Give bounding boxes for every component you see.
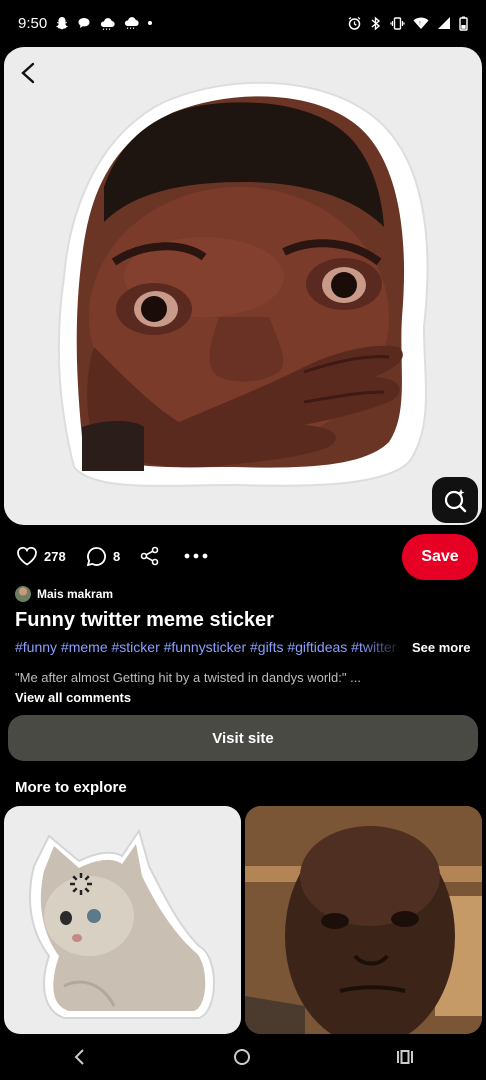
more-options-button[interactable]: [184, 546, 208, 566]
hashtags[interactable]: #funny #meme #sticker #funnysticker #gif…: [15, 639, 405, 659]
like-count: 278: [44, 548, 66, 564]
alarm-icon: [348, 16, 361, 30]
related-pin-crying-man[interactable]: [245, 806, 482, 1034]
weather-cloud-icon: [101, 18, 115, 30]
comment-preview[interactable]: "Me after almost Getting hit by a twiste…: [15, 670, 475, 685]
signal-icon: [438, 17, 450, 29]
chevron-left-icon: [21, 62, 35, 84]
back-button[interactable]: [4, 49, 54, 97]
see-more-link[interactable]: See more: [412, 640, 471, 655]
comments-button[interactable]: 8: [86, 546, 120, 567]
avatar: [15, 586, 31, 602]
pin-title: Funny twitter meme sticker: [15, 609, 274, 631]
view-all-comments-link[interactable]: View all comments: [15, 690, 131, 705]
bluetooth-icon: [371, 15, 381, 31]
nav-home-icon[interactable]: [233, 1048, 251, 1066]
comment-count: 8: [113, 549, 121, 564]
status-bar: 9:50 !: [0, 0, 486, 46]
svg-text:!: !: [419, 21, 420, 27]
tags-fade: [360, 639, 406, 659]
cat-sticker-image: [28, 828, 215, 1019]
chat-bubble-icon: [78, 18, 90, 28]
vibrate-icon: [390, 16, 405, 30]
pin-image[interactable]: [4, 47, 482, 525]
wifi-icon: !: [413, 17, 429, 29]
crying-man-image: [245, 806, 482, 1034]
share-icon: [140, 546, 159, 566]
weather-cloud-icon: [125, 17, 139, 30]
battery-icon: [459, 16, 468, 31]
system-nav-bar: [0, 1034, 486, 1080]
more-dots-icon: [184, 553, 208, 559]
related-pin-cat[interactable]: [4, 806, 241, 1034]
lens-search-icon: [444, 489, 467, 513]
notification-dot-icon: [148, 21, 153, 25]
like-button[interactable]: 278: [16, 546, 66, 566]
snapchat-icon: [56, 17, 69, 30]
heart-icon: [17, 546, 37, 566]
visual-search-button[interactable]: [432, 477, 478, 523]
nav-back-icon[interactable]: [72, 1048, 88, 1066]
share-button[interactable]: [140, 546, 160, 566]
sticker-image: [57, 81, 429, 487]
status-time: 9:50: [18, 14, 48, 32]
comment-icon: [86, 547, 106, 567]
more-to-explore-heading: More to explore: [15, 779, 127, 796]
nav-recents-icon[interactable]: [396, 1048, 414, 1066]
author-row[interactable]: Mais makram: [15, 586, 113, 602]
visit-site-button[interactable]: Visit site: [8, 715, 478, 761]
author-name: Mais makram: [37, 587, 114, 601]
save-button[interactable]: Save: [402, 534, 478, 580]
